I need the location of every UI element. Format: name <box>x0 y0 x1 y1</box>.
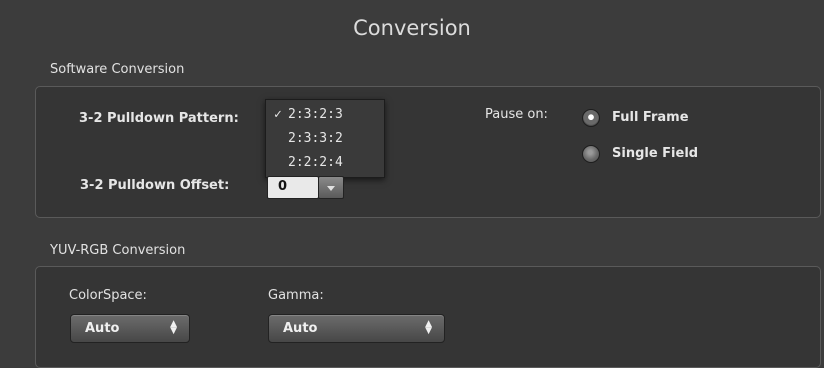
colorspace-select[interactable]: Auto ▲ ▼ <box>70 314 190 343</box>
select-arrows-icon: ▲ ▼ <box>425 319 432 336</box>
pause-full-frame-label[interactable]: Full Frame <box>612 110 689 125</box>
yuv-rgb-section-label: YUV-RGB Conversion <box>50 243 186 258</box>
gamma-value: Auto <box>283 321 318 336</box>
software-conversion-panel <box>35 86 821 218</box>
pulldown-pattern-label: 3-2 Pulldown Pattern: <box>79 111 239 126</box>
pulldown-offset-stepper[interactable] <box>318 176 344 199</box>
pulldown-pattern-menu[interactable]: ✓ 2:3:2:3 2:3:3:2 2:2:2:4 <box>265 99 385 178</box>
colorspace-label: ColorSpace: <box>69 288 147 303</box>
gamma-label: Gamma: <box>268 288 324 303</box>
pulldown-pattern-option[interactable]: ✓ 2:3:2:3 <box>266 107 384 125</box>
pulldown-offset-field[interactable]: 0 <box>267 176 319 199</box>
checkmark-icon: ✓ <box>274 107 282 122</box>
colorspace-value: Auto <box>85 321 120 336</box>
pause-on-label: Pause on: <box>485 107 548 122</box>
select-arrows-icon: ▲ ▼ <box>170 319 177 336</box>
pulldown-pattern-option[interactable]: 2:2:2:4 <box>266 155 384 173</box>
software-conversion-section-label: Software Conversion <box>50 62 185 77</box>
pulldown-offset-label: 3-2 Pulldown Offset: <box>80 178 230 193</box>
chevron-down-icon <box>327 186 335 191</box>
pause-full-frame-radio[interactable] <box>582 109 600 127</box>
pause-single-field-radio[interactable] <box>582 145 600 163</box>
dialog-title: Conversion <box>353 16 471 40</box>
pulldown-pattern-option[interactable]: 2:3:3:2 <box>266 131 384 149</box>
pause-single-field-label[interactable]: Single Field <box>612 146 698 161</box>
gamma-select[interactable]: Auto ▲ ▼ <box>268 314 445 343</box>
pulldown-offset-value: 0 <box>278 179 288 194</box>
